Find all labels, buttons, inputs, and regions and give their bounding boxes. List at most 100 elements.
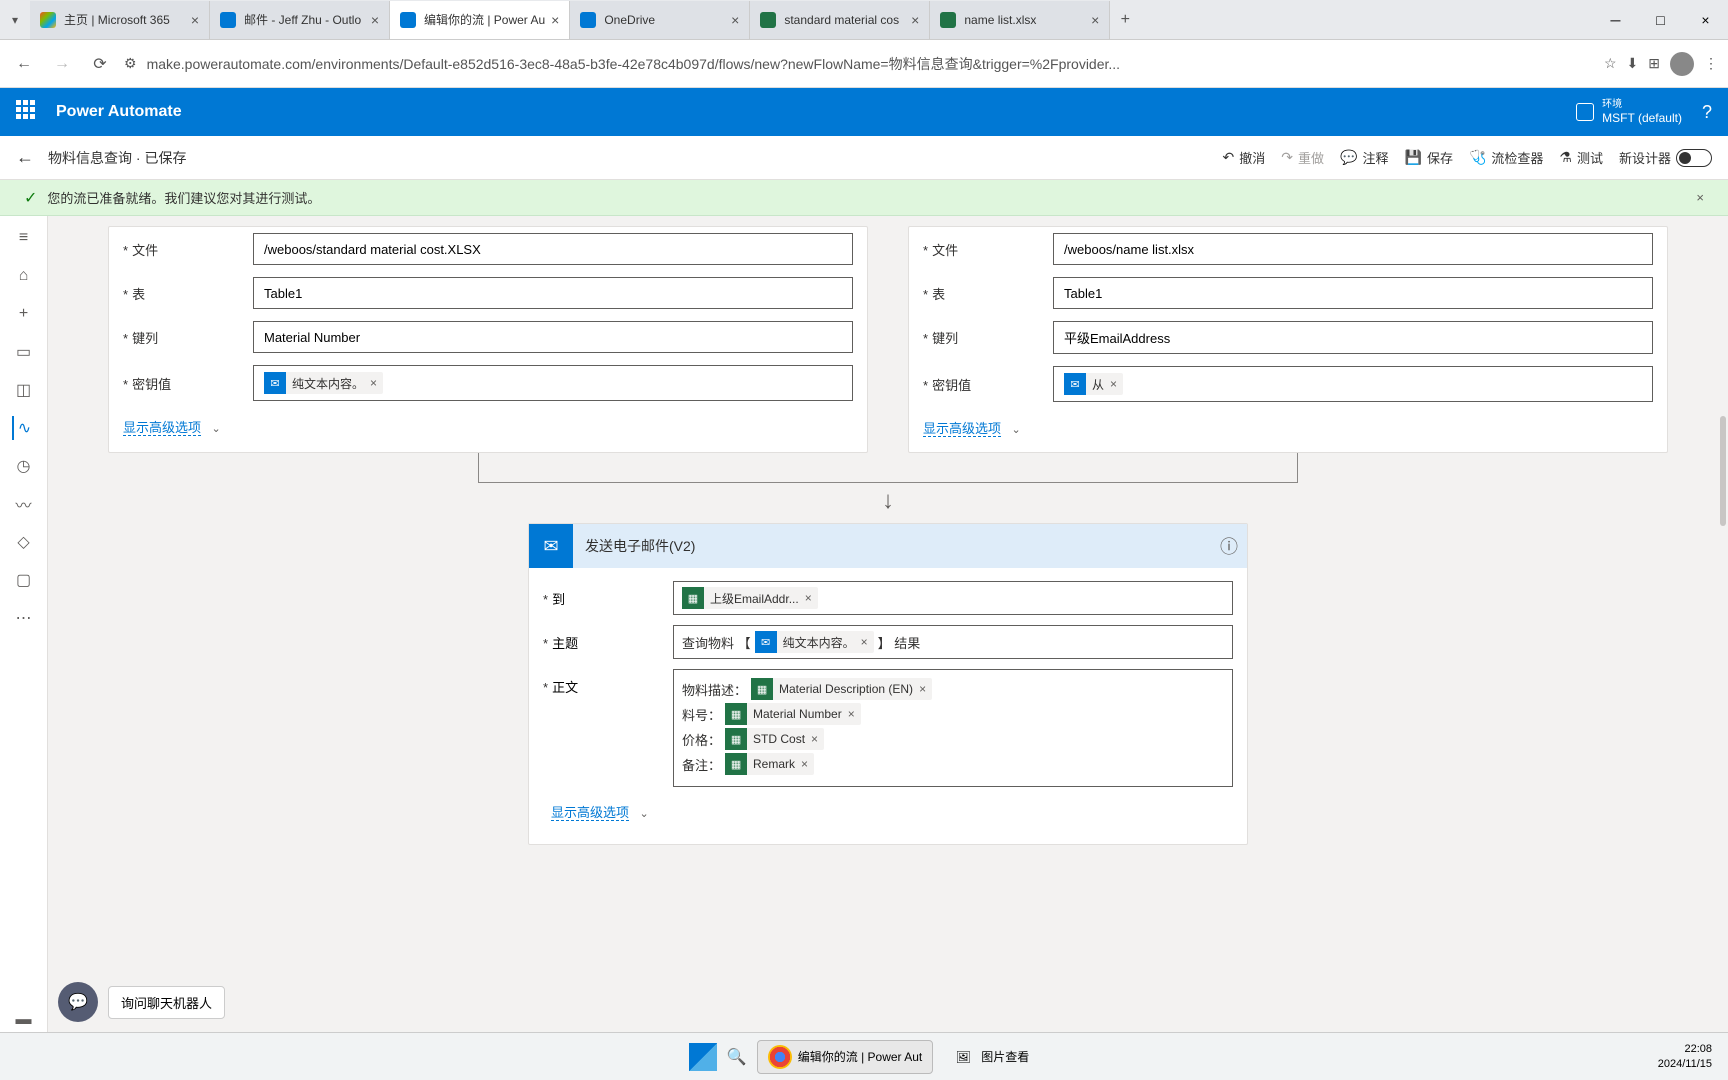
remove-token-icon[interactable]: ×	[919, 682, 926, 696]
home-icon[interactable]: ⌂	[12, 264, 36, 288]
undo-button[interactable]: ↶撤消	[1223, 148, 1266, 167]
save-button[interactable]: 💾保存	[1405, 148, 1453, 167]
star-icon[interactable]: ☆	[1604, 55, 1617, 72]
chatbot-button[interactable]: 💬	[58, 982, 98, 1022]
browser-tab-1[interactable]: 邮件 - Jeff Zhu - Outlo ×	[210, 1, 390, 39]
browser-tab-5[interactable]: name list.xlsx ×	[930, 1, 1110, 39]
table-input[interactable]: Table1	[1053, 277, 1653, 309]
m365-icon	[40, 12, 56, 28]
chevron-down-icon: ⌄	[211, 423, 220, 435]
key-value-input[interactable]: ✉ 纯文本内容。 ×	[253, 365, 853, 401]
maximize-button[interactable]: □	[1638, 12, 1683, 28]
profile-icon[interactable]	[1670, 52, 1694, 76]
download-icon[interactable]: ⬇	[1627, 55, 1639, 72]
show-advanced-link[interactable]: 显示高级选项	[123, 420, 201, 436]
taskbar-chrome[interactable]: 编辑你的流 | Power Aut	[757, 1040, 933, 1074]
tab-search-dropdown[interactable]: ▾	[0, 13, 30, 27]
close-icon[interactable]: ×	[1696, 190, 1704, 205]
minimize-button[interactable]: ─	[1593, 12, 1638, 28]
back-button[interactable]: ←	[10, 50, 38, 78]
forward-button[interactable]: →	[48, 50, 76, 78]
email-to-input[interactable]: ▦ 上级EmailAddr... ×	[673, 581, 1233, 615]
url-text[interactable]: make.powerautomate.com/environments/Defa…	[147, 54, 1594, 74]
flow-canvas[interactable]: *文件 /weboos/standard material cost.XLSX …	[48, 216, 1728, 1032]
show-advanced-link[interactable]: 显示高级选项	[551, 805, 629, 821]
dynamic-token[interactable]: ✉ 纯文本内容。 ×	[264, 372, 383, 394]
scrollbar-thumb[interactable]	[1720, 416, 1726, 526]
dynamic-token[interactable]: ▦ Material Description (EN) ×	[751, 678, 932, 700]
comment-button[interactable]: 💬注释	[1340, 148, 1388, 167]
waffle-icon[interactable]	[16, 100, 40, 124]
remove-token-icon[interactable]: ×	[861, 635, 868, 649]
dynamic-token[interactable]: ✉ 纯文本内容。 ×	[755, 631, 874, 653]
back-arrow-button[interactable]: ←	[16, 147, 34, 168]
remove-token-icon[interactable]: ×	[370, 376, 377, 390]
flows-icon[interactable]: ∿	[12, 416, 36, 440]
dynamic-token[interactable]: ▦ STD Cost ×	[725, 728, 824, 750]
desktop-icon[interactable]: ▢	[12, 568, 36, 592]
chrome-icon	[768, 1045, 792, 1069]
file-input[interactable]: /weboos/name list.xlsx	[1053, 233, 1653, 265]
new-tab-button[interactable]: +	[1110, 11, 1140, 29]
close-icon[interactable]: ×	[1091, 12, 1099, 28]
flask-icon: ⚗	[1559, 149, 1572, 166]
platform-icon[interactable]: ▬	[12, 1008, 36, 1032]
create-icon[interactable]: +	[12, 302, 36, 326]
key-column-input[interactable]: Material Number	[253, 321, 853, 353]
close-icon[interactable]: ×	[371, 12, 379, 28]
browser-tab-4[interactable]: standard material cos ×	[750, 1, 930, 39]
arrow-down-icon: ↓	[108, 487, 1668, 515]
templates-icon[interactable]: ▭	[12, 340, 36, 364]
learn-icon[interactable]: ◫	[12, 378, 36, 402]
key-column-input[interactable]: 平级EmailAddress	[1053, 321, 1653, 354]
card-menu-button[interactable]: ⓘ	[1211, 533, 1247, 559]
remove-token-icon[interactable]: ×	[848, 707, 855, 721]
flow-checker-button[interactable]: 🩺流检查器	[1469, 148, 1543, 167]
redo-button[interactable]: ↷重做	[1281, 148, 1324, 167]
parallel-join-connector	[478, 453, 1298, 483]
dynamic-token[interactable]: ▦ 上级EmailAddr... ×	[682, 587, 818, 609]
close-window-button[interactable]: ×	[1683, 12, 1728, 28]
email-body-input[interactable]: 物料描述： ▦ Material Description (EN) × 料号： …	[673, 669, 1233, 787]
ai-icon[interactable]: ◇	[12, 530, 36, 554]
hamburger-icon[interactable]: ≡	[12, 226, 36, 250]
new-designer-toggle[interactable]: 新设计器	[1619, 148, 1712, 167]
file-input[interactable]: /weboos/standard material cost.XLSX	[253, 233, 853, 265]
help-icon[interactable]: ?	[1702, 102, 1712, 123]
site-info-icon[interactable]: ⚙	[124, 55, 137, 72]
table-input[interactable]: Table1	[253, 277, 853, 309]
approvals-icon[interactable]: ◷	[12, 454, 36, 478]
taskbar-image-viewer[interactable]: 🖼 图片查看	[941, 1041, 1039, 1073]
browser-tab-0[interactable]: 主页 | Microsoft 365 ×	[30, 1, 210, 39]
taskbar-clock[interactable]: 22:08 2024/11/15	[1658, 1042, 1712, 1071]
toggle-icon[interactable]	[1676, 149, 1712, 167]
reload-button[interactable]: ⟳	[86, 50, 114, 78]
menu-icon[interactable]: ⋮	[1704, 55, 1718, 72]
environment-selector[interactable]: 环境 MSFT (default)	[1576, 99, 1682, 125]
dynamic-token[interactable]: ▦ Remark ×	[725, 753, 814, 775]
close-icon[interactable]: ×	[911, 12, 919, 28]
close-icon[interactable]: ×	[731, 12, 739, 28]
browser-tab-2[interactable]: 编辑你的流 | Power Au ×	[390, 1, 570, 39]
remove-token-icon[interactable]: ×	[1110, 377, 1117, 391]
start-button[interactable]	[689, 1043, 717, 1071]
show-advanced-link[interactable]: 显示高级选项	[923, 421, 1001, 437]
remove-token-icon[interactable]: ×	[801, 757, 808, 771]
browser-tab-3[interactable]: OneDrive ×	[570, 1, 750, 39]
email-subject-input[interactable]: 查询物料 【 ✉ 纯文本内容。 × 】 结果	[673, 625, 1233, 659]
dynamic-token[interactable]: ✉ 从 ×	[1064, 373, 1123, 395]
close-icon[interactable]: ×	[191, 12, 199, 28]
more-icon[interactable]: ⋯	[12, 606, 36, 630]
chevron-down-icon: ⌄	[639, 808, 648, 820]
extensions-icon[interactable]: ⊞	[1648, 55, 1660, 72]
search-icon[interactable]: 🔍	[725, 1045, 749, 1069]
dynamic-token[interactable]: ▦ Material Number ×	[725, 703, 861, 725]
key-value-input[interactable]: ✉ 从 ×	[1053, 366, 1653, 402]
remove-token-icon[interactable]: ×	[811, 732, 818, 746]
test-button[interactable]: ⚗测试	[1559, 148, 1603, 167]
card-header[interactable]: ✉ 发送电子邮件(V2) ⓘ	[529, 524, 1247, 568]
close-icon[interactable]: ×	[551, 12, 559, 28]
environment-icon	[1576, 103, 1594, 121]
monitor-icon[interactable]: 〰	[12, 492, 36, 516]
remove-token-icon[interactable]: ×	[805, 591, 812, 605]
